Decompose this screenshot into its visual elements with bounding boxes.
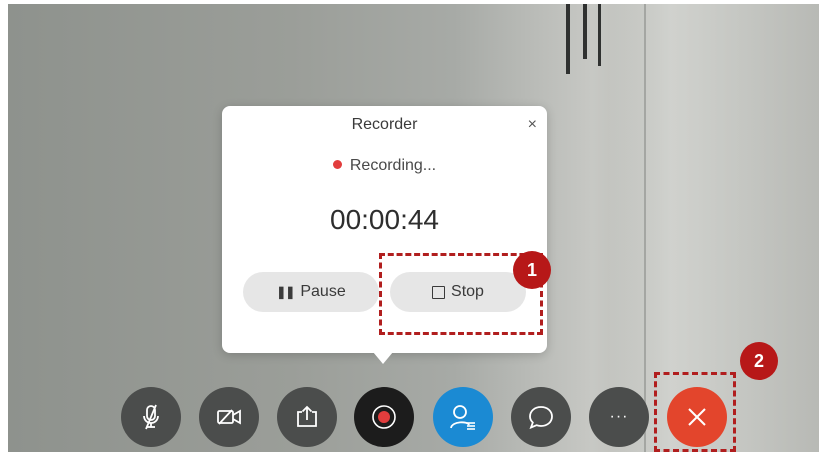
video-off-icon xyxy=(217,409,241,425)
record-button[interactable] xyxy=(354,387,414,447)
participants-icon xyxy=(450,405,475,430)
participants-button[interactable] xyxy=(433,387,493,447)
dialog-title: Recorder xyxy=(351,116,418,133)
chat-button[interactable] xyxy=(511,387,571,447)
background-pole xyxy=(598,4,601,66)
annotation-badge-1: 1 xyxy=(513,251,551,289)
mute-button[interactable] xyxy=(121,387,181,447)
share-icon xyxy=(297,405,317,427)
share-button[interactable] xyxy=(277,387,337,447)
recording-timer: 00:00:44 xyxy=(330,204,439,235)
pause-label: Pause xyxy=(300,283,346,300)
recording-status-text: Recording... xyxy=(349,157,437,174)
recording-status: Recording... xyxy=(222,157,547,175)
annotation-badge-2: 2 xyxy=(740,342,778,380)
record-icon xyxy=(372,405,396,429)
background-pole xyxy=(566,4,570,74)
mic-muted-icon xyxy=(143,404,159,430)
dialog-pointer xyxy=(373,352,393,364)
meeting-window: Recorder × Recording... 00:00:44 ❚❚ Paus… xyxy=(0,0,823,459)
pause-icon: ❚❚ xyxy=(276,285,295,299)
video-button[interactable] xyxy=(199,387,259,447)
annotation-box-end-call xyxy=(654,372,736,452)
background-pole xyxy=(583,4,587,59)
pause-button[interactable]: ❚❚ Pause xyxy=(243,272,379,312)
more-button[interactable]: ··· xyxy=(589,387,649,447)
more-icon: ··· xyxy=(609,408,629,425)
close-icon[interactable]: × xyxy=(528,116,537,134)
chat-icon xyxy=(529,406,553,430)
recording-dot-icon xyxy=(332,160,342,169)
